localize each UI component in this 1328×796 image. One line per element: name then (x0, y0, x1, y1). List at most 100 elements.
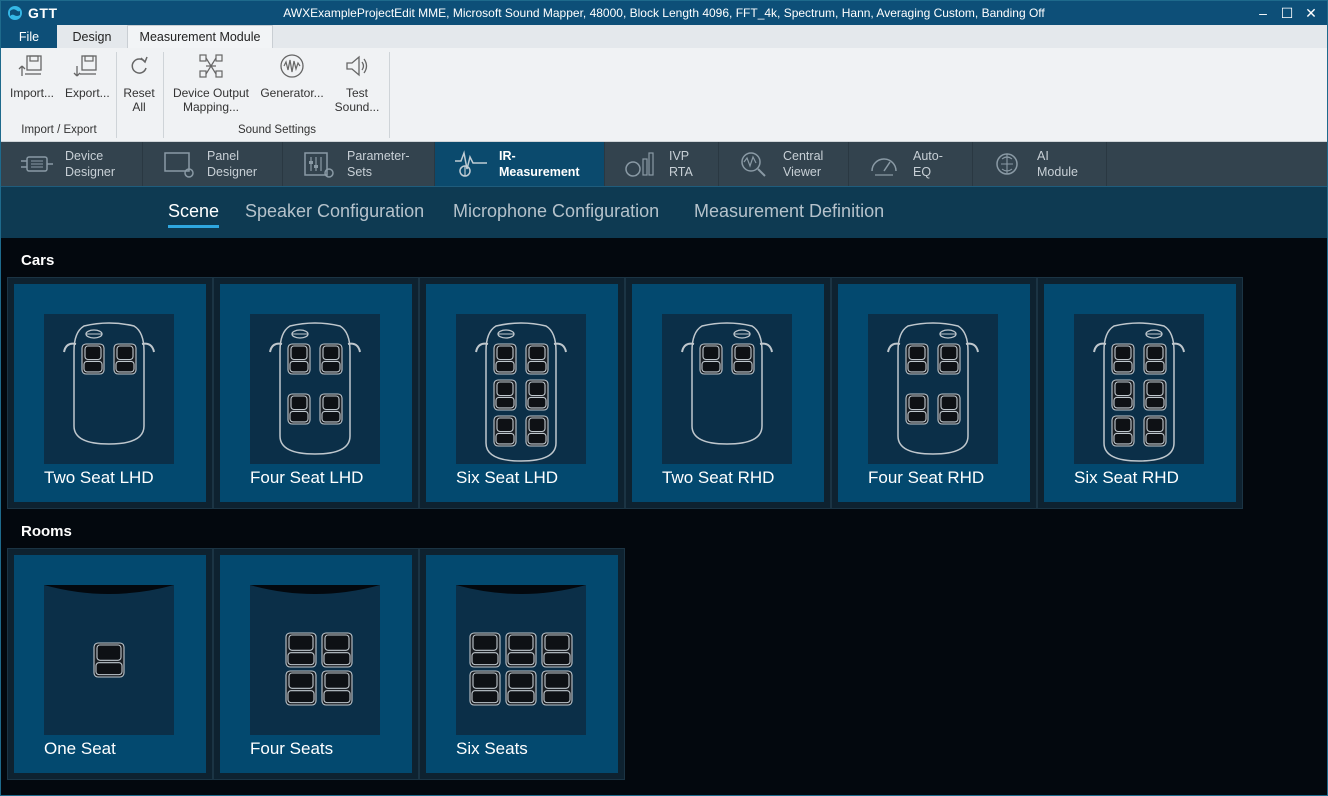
module-label: Device Designer (65, 149, 116, 179)
import-icon (18, 55, 42, 76)
ribbon-separator (163, 52, 164, 138)
module-tab-panel-designer[interactable]: Panel Designer (143, 142, 283, 186)
scene-illustration (250, 314, 380, 464)
module-tab-ai-module[interactable]: AI Module (973, 142, 1107, 186)
module-navigation: Device Designer Panel Designer Parameter… (1, 142, 1327, 186)
scene-card-car[interactable]: Six Seat LHD (419, 277, 625, 509)
subtab-scene[interactable]: Scene (168, 201, 220, 228)
group-label-import-export: Import / Export (21, 124, 97, 136)
window-controls: – ☐ ✕ (1251, 1, 1323, 25)
scene-card-car[interactable]: Six Seat RHD (1037, 277, 1243, 509)
generator-button[interactable]: Generator... (259, 52, 325, 100)
scene-card-room[interactable]: One Seat (7, 548, 213, 780)
scene-card-label: One Seat (44, 739, 116, 758)
scene-card-face: Four Seat LHD (220, 284, 412, 502)
scene-illustration (250, 585, 380, 735)
scene-card-room[interactable]: Four Seats (213, 548, 419, 780)
waveform-icon (280, 54, 304, 78)
device-designer-icon (21, 156, 53, 172)
scene-illustration (868, 314, 998, 464)
minimize-button[interactable]: – (1251, 1, 1275, 25)
module-label: Parameter- Sets (347, 149, 410, 179)
scene-card-room[interactable]: Six Seats (419, 548, 625, 780)
auto-eq-icon (871, 158, 897, 176)
device-output-label-1: Device Output (172, 86, 250, 100)
scene-card-car[interactable]: Four Seat LHD (213, 277, 419, 509)
module-label: AI Module (1037, 149, 1078, 179)
speaker-icon (346, 55, 368, 77)
scene-card-face: One Seat (14, 555, 206, 773)
scene-card-label: Two Seat RHD (662, 468, 775, 487)
panel-designer-icon (164, 152, 194, 178)
generator-label: Generator... (260, 86, 324, 100)
ribbon-separator (389, 52, 390, 138)
import-button[interactable]: Import... (9, 52, 55, 100)
tab-measurement-module[interactable]: Measurement Module (127, 25, 273, 48)
scene-illustration (44, 585, 174, 735)
scene-card-face: Six Seat LHD (426, 284, 618, 502)
scene-card-face: Six Seats (426, 555, 618, 773)
title-bar: GTT AWXExampleProjectEdit MME, Microsoft… (1, 1, 1327, 25)
device-output-label-2: Mapping... (182, 100, 240, 114)
section-title-cars: Cars (21, 252, 55, 269)
scene-card-label: Six Seats (456, 739, 528, 758)
scene-card-label: Four Seat RHD (868, 468, 985, 487)
maximize-button[interactable]: ☐ (1275, 1, 1299, 25)
app-window: GTT AWXExampleProjectEdit MME, Microsoft… (0, 0, 1328, 796)
module-tab-central-viewer[interactable]: Central Viewer (719, 142, 849, 186)
scene-illustration (662, 314, 792, 464)
reset-label-1: Reset (123, 86, 155, 100)
module-tab-parameter-sets[interactable]: Parameter- Sets (283, 142, 435, 186)
group-label-sound-settings: Sound Settings (237, 124, 316, 136)
ribbon-tab-bar: File Design Measurement Module (1, 25, 1327, 48)
scene-card-label: Four Seats (250, 739, 334, 758)
scene-card-label: Six Seat LHD (456, 468, 559, 487)
scene-illustration (1074, 314, 1204, 464)
tab-design[interactable]: Design (59, 25, 125, 48)
module-label: Panel Designer (207, 149, 258, 179)
test-sound-label-2: Sound... (334, 100, 380, 114)
module-tab-device-designer[interactable]: Device Designer (1, 142, 143, 186)
scene-card-label: Four Seat LHD (250, 468, 364, 487)
ribbon: Import... Export... Reset All Device Out… (1, 48, 1327, 142)
module-label: IVP RTA (669, 149, 693, 179)
scene-illustration (456, 314, 586, 464)
scene-card-face: Four Seat RHD (838, 284, 1030, 502)
scene-illustration (456, 585, 586, 735)
tab-file[interactable]: File (1, 25, 57, 48)
subtab-microphone-configuration[interactable]: Microphone Configuration (453, 201, 659, 222)
export-label: Export... (65, 86, 110, 100)
module-tab-ir-measurement[interactable]: IR- Measurement (435, 142, 605, 186)
parameter-sets-icon (304, 152, 334, 178)
ai-module-icon (996, 153, 1018, 175)
scene-card-car[interactable]: Four Seat RHD (831, 277, 1037, 509)
device-output-mapping-button[interactable]: Device Output Mapping... (169, 52, 253, 114)
module-label: Auto- EQ (913, 149, 943, 179)
scene-content: Cars Two Seat LHD Four Seat LHD Six Seat… (1, 238, 1327, 795)
module-label: Central Viewer (783, 149, 824, 179)
scene-card-car[interactable]: Two Seat LHD (7, 277, 213, 509)
import-label: Import... (9, 86, 54, 100)
scene-card-face: Six Seat RHD (1044, 284, 1236, 502)
reset-icon (131, 56, 148, 74)
scene-card-car[interactable]: Two Seat RHD (625, 277, 831, 509)
ivp-rta-icon (625, 152, 654, 177)
mapping-icon (199, 54, 223, 78)
module-tab-ivp-rta[interactable]: IVP RTA (605, 142, 719, 186)
reset-label-2: All (132, 100, 146, 114)
scene-illustration (44, 314, 174, 464)
measurement-subtabs: Scene Speaker Configuration Microphone C… (1, 186, 1327, 238)
ir-measurement-icon (455, 150, 487, 177)
reset-all-button[interactable]: Reset All (121, 52, 157, 114)
subtab-speaker-configuration[interactable]: Speaker Configuration (245, 201, 424, 222)
close-button[interactable]: ✕ (1299, 1, 1323, 25)
scene-card-face: Four Seats (220, 555, 412, 773)
export-icon (73, 55, 97, 77)
central-viewer-icon (741, 152, 766, 177)
module-tab-auto-eq[interactable]: Auto- EQ (849, 142, 973, 186)
scene-card-face: Two Seat LHD (14, 284, 206, 502)
subtab-measurement-definition[interactable]: Measurement Definition (694, 201, 884, 222)
export-button[interactable]: Export... (65, 52, 110, 100)
module-label: IR- Measurement (499, 149, 580, 179)
test-sound-button[interactable]: Test Sound... (331, 52, 383, 114)
